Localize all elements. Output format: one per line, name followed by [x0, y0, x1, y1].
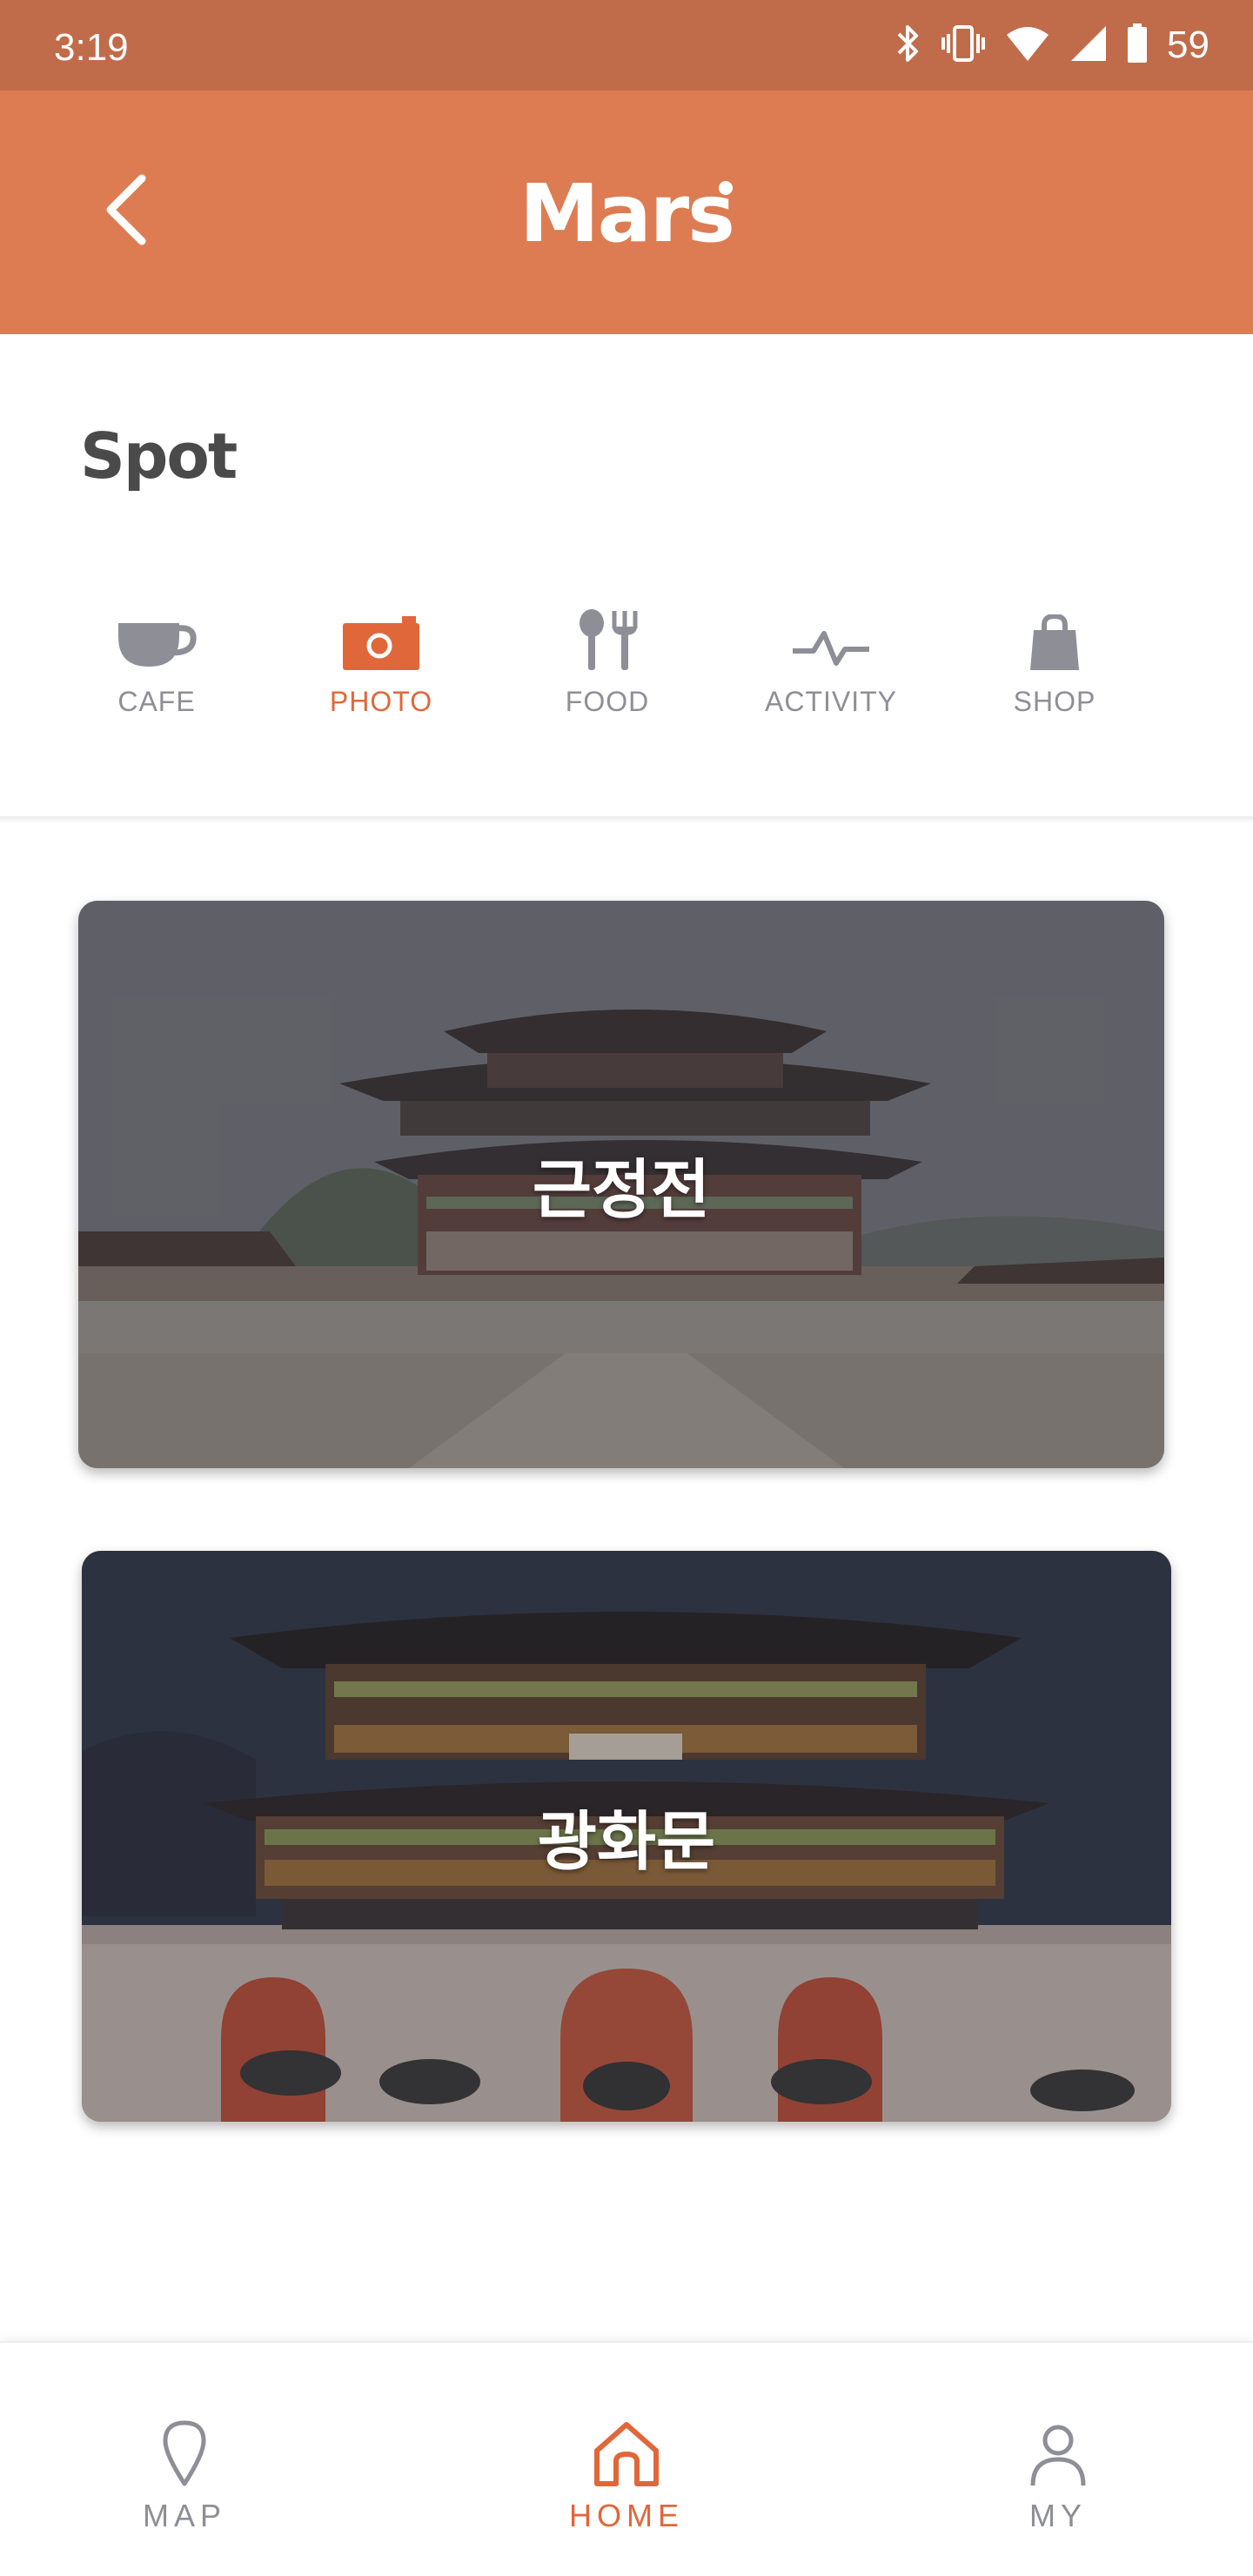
- cell-signal-icon: [1069, 24, 1108, 67]
- nav-item-map[interactable]: MAP: [80, 2407, 289, 2534]
- category-tab-activity[interactable]: ACTIVITY: [744, 600, 918, 718]
- category-tab-shop[interactable]: SHOP: [968, 600, 1142, 718]
- section-title: Spot: [80, 419, 238, 493]
- category-tab-photo[interactable]: PHOTO: [294, 600, 468, 718]
- battery-level: 59: [1167, 23, 1209, 66]
- app-bar: Mars: [0, 91, 1253, 334]
- nav-item-home[interactable]: HOME: [522, 2407, 731, 2534]
- nav-label: HOME: [569, 2498, 684, 2533]
- category-label: PHOTO: [329, 686, 433, 717]
- category-label: FOOD: [565, 686, 650, 717]
- person-icon: [1030, 2425, 1086, 2486]
- category-tab-cafe[interactable]: CAFE: [70, 600, 244, 718]
- status-bar: 3:19 59: [0, 0, 1253, 91]
- spot-name: 광화문: [537, 1804, 716, 1880]
- category-label: CAFE: [117, 686, 196, 717]
- bluetooth-icon: [895, 23, 921, 68]
- fork-knife-icon: [580, 609, 638, 670]
- category-divider: [0, 816, 1253, 823]
- camera-icon: [343, 616, 419, 670]
- map-pin-icon: [163, 2420, 206, 2486]
- title-dot: [719, 181, 733, 195]
- status-icons: 59: [895, 19, 1209, 71]
- app-title: Mars: [519, 167, 735, 260]
- nav-item-my[interactable]: MY: [954, 2407, 1163, 2534]
- vibrate-icon: [941, 23, 986, 68]
- battery-icon: [1127, 23, 1148, 68]
- home-icon: [594, 2422, 659, 2486]
- category-label: ACTIVITY: [764, 686, 897, 717]
- spot-card-geunjeongjeon[interactable]: 근정전: [78, 901, 1164, 1468]
- shopping-bag-icon: [1030, 614, 1079, 670]
- nav-label: MAP: [142, 2498, 226, 2533]
- pulse-icon: [793, 631, 869, 666]
- category-label: SHOP: [1013, 686, 1096, 717]
- spot-name: 근정전: [532, 1152, 711, 1228]
- spot-card-gwanghwamun[interactable]: 광화문: [82, 1551, 1171, 2122]
- wifi-icon: [1005, 24, 1050, 67]
- status-time: 3:19: [54, 26, 129, 69]
- coffee-cup-icon: [118, 623, 197, 667]
- category-tabs: CAFE PHOTO FOOD ACTIVITY SHOP: [0, 600, 1253, 748]
- bottom-navigation: MAP HOME MY: [0, 2341, 1253, 2576]
- category-tab-food[interactable]: FOOD: [520, 600, 694, 718]
- nav-label: MY: [1029, 2498, 1087, 2533]
